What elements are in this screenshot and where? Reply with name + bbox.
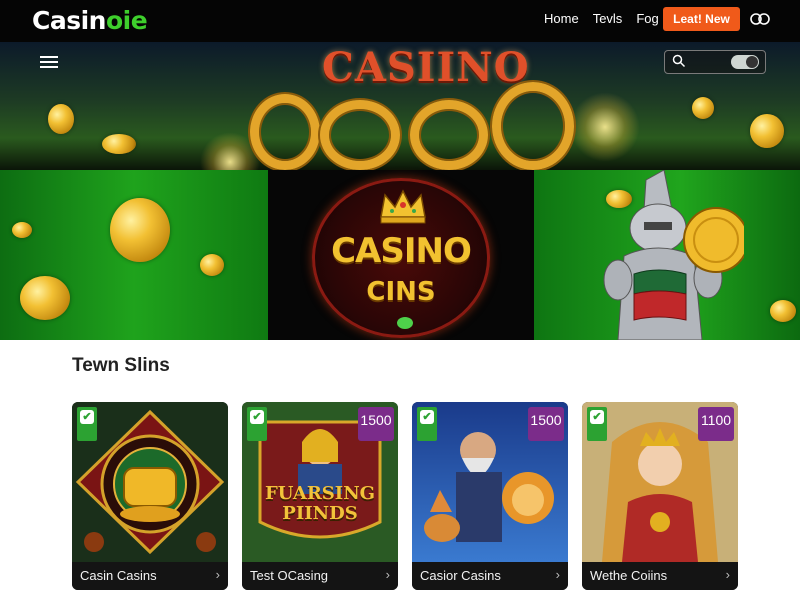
nav-item-home[interactable]: Home: [544, 11, 579, 26]
emblem-title: CASINO: [331, 231, 472, 271]
game-card-footer: Test OCasing ›: [242, 562, 398, 590]
bonus-badge: 1500: [528, 407, 564, 441]
game-card-footer: Casior Casins ›: [412, 562, 568, 590]
hero-banner-title: CASIINO: [322, 44, 530, 91]
hero-left-panel: [0, 170, 268, 340]
hero-center-panel: CASINO CINS: [268, 170, 534, 340]
page: Casinoie Home Tevls Fog Leat! New CASIIN…: [0, 0, 800, 600]
coin-graphic: [200, 254, 224, 276]
cta-button[interactable]: Leat! New: [663, 7, 740, 31]
verified-badge: ✔: [417, 407, 437, 441]
coin-graphic: [12, 222, 32, 238]
hero-right-panel: [534, 170, 800, 340]
check-icon: ✔: [250, 410, 264, 424]
menu-icon[interactable]: [40, 56, 58, 68]
check-icon: ✔: [420, 410, 434, 424]
game-card[interactable]: ✔ Casin Casins ›: [72, 402, 228, 590]
game-card[interactable]: ✔ 1100 Wethe Coiins ›: [582, 402, 738, 590]
search-bar[interactable]: [664, 50, 766, 74]
knight-mascot: [603, 170, 744, 340]
coin-graphic: [110, 198, 170, 262]
hero-banner: CASIINO CASINO CINS: [0, 42, 800, 340]
chevron-right-icon[interactable]: ›: [726, 567, 730, 582]
crown-icon: [380, 189, 426, 224]
brand-name-main: Casin: [32, 6, 106, 35]
section-title: Tewn Slins: [72, 355, 170, 376]
coin-graphic: [750, 114, 784, 148]
coin-graphic: [20, 276, 70, 320]
top-bar: Casinoie Home Tevls Fog Leat! New: [0, 0, 800, 42]
user-icon[interactable]: [750, 10, 770, 28]
game-card[interactable]: ✔ 1500 Casior Casins ›: [412, 402, 568, 590]
game-card-title: Test OCasing: [250, 568, 329, 583]
ring-graphic: [250, 94, 320, 170]
bonus-value: 1500: [530, 412, 562, 428]
theme-toggle[interactable]: [731, 55, 759, 69]
brand-name-accent: oie: [105, 6, 148, 35]
coin-graphic: [102, 134, 136, 154]
bonus-badge: 1500: [358, 407, 394, 441]
coin-graphic: [770, 300, 796, 322]
coin-graphic: [48, 104, 74, 134]
chevron-right-icon[interactable]: ›: [556, 567, 560, 582]
nav-item-tevls[interactable]: Tevls: [593, 11, 623, 26]
casino-emblem: CASINO CINS: [312, 178, 490, 338]
game-card-logo-text: FUARSING PIINDS: [264, 483, 376, 524]
game-card-title: Casior Casins: [420, 568, 501, 583]
main-nav: Home Tevls Fog: [544, 11, 659, 26]
chevron-right-icon[interactable]: ›: [386, 567, 390, 582]
coin-graphic: [692, 97, 714, 119]
verified-badge: ✔: [247, 407, 267, 441]
verified-badge: ✔: [587, 407, 607, 441]
check-icon: ✔: [590, 410, 604, 424]
ring-graphic: [410, 100, 488, 170]
gem-icon: [397, 317, 413, 329]
hero-bottom-panel: CASINO CINS: [0, 170, 800, 340]
verified-badge: ✔: [77, 407, 97, 441]
game-card-grid: ✔ Casin Casins › FUARSING PIINDS ✔ 1500 …: [72, 402, 738, 590]
emblem-subtitle: CINS: [366, 277, 436, 307]
bonus-value: 1100: [700, 412, 732, 428]
hero-top-panel: CASIINO: [0, 42, 800, 192]
brand-logo[interactable]: Casinoie: [32, 6, 148, 35]
nav-item-fog[interactable]: Fog: [636, 11, 658, 26]
game-card-footer: Wethe Coiins ›: [582, 562, 738, 590]
check-icon: ✔: [80, 410, 94, 424]
ring-graphic: [320, 100, 400, 170]
game-card-footer: Casin Casins ›: [72, 562, 228, 590]
game-card-title: Casin Casins: [80, 568, 157, 583]
ring-graphic: [492, 82, 574, 170]
game-card-title: Wethe Coiins: [590, 568, 668, 583]
bonus-badge: 1100: [698, 407, 734, 441]
search-icon[interactable]: [672, 54, 686, 71]
game-card[interactable]: FUARSING PIINDS ✔ 1500 Test OCasing ›: [242, 402, 398, 590]
bonus-value: 1500: [360, 412, 392, 428]
chevron-right-icon[interactable]: ›: [216, 567, 220, 582]
